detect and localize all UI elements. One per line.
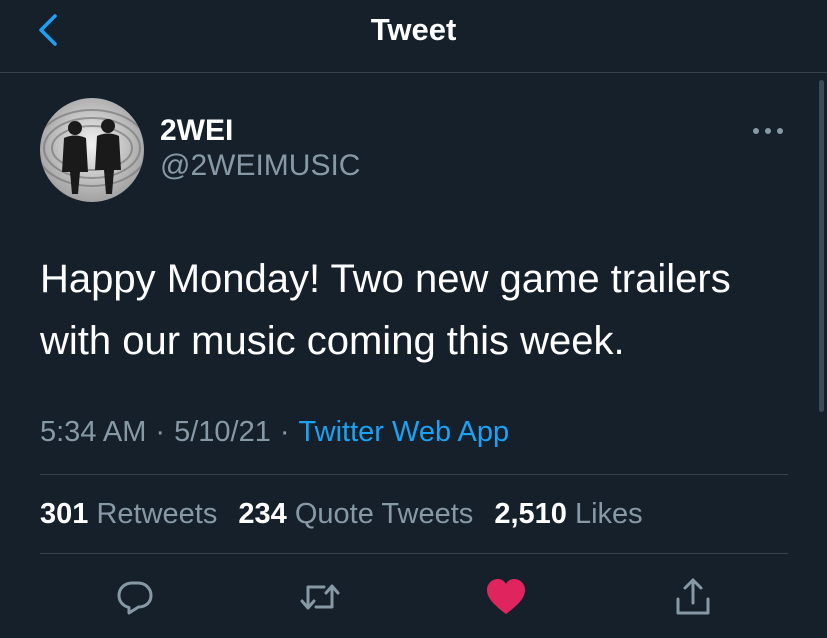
tweet-stats: 301 Retweets 234 Quote Tweets 2,510 Like…: [40, 494, 656, 534]
likes-label: Likes: [574, 498, 643, 530]
retweets-stat[interactable]: 301 Retweets: [40, 498, 217, 530]
more-icon: [753, 128, 783, 134]
page-title: Tweet: [370, 12, 457, 47]
author-handle[interactable]: @2WEIMUSIC: [160, 148, 360, 184]
reply-button[interactable]: [110, 572, 160, 622]
quotes-count: 234: [238, 498, 287, 530]
more-options-button[interactable]: [748, 116, 788, 146]
heart-icon: [487, 579, 525, 614]
likes-stat[interactable]: 2,510 Likes: [494, 498, 642, 530]
scrollbar[interactable]: [819, 80, 824, 412]
separator: ·: [155, 416, 166, 448]
share-icon: [676, 578, 710, 615]
tweet-date[interactable]: 5/10/21: [174, 416, 271, 448]
divider: [40, 474, 788, 475]
share-button[interactable]: [668, 572, 718, 622]
author-name[interactable]: 2WEI: [160, 113, 233, 149]
tweet-actions: [40, 572, 788, 622]
tweet-source-link[interactable]: Twitter Web App: [299, 416, 510, 448]
retweet-button[interactable]: [295, 572, 345, 622]
tweet-meta: 5:34 AM · 5/10/21 · Twitter Web App: [40, 412, 509, 452]
tweet-text: Happy Monday! Two new game trailers with…: [40, 257, 731, 363]
retweets-label: Retweets: [96, 498, 218, 530]
likes-count: 2,510: [494, 498, 567, 530]
like-button[interactable]: [481, 572, 531, 622]
top-bar: Tweet: [0, 0, 827, 73]
quotes-label: Quote Tweets: [294, 498, 474, 530]
avatar[interactable]: [40, 98, 144, 202]
divider: [40, 553, 788, 554]
quote-tweets-stat[interactable]: 234 Quote Tweets: [238, 498, 473, 530]
reply-icon: [117, 581, 153, 615]
separator: ·: [279, 416, 290, 448]
tweet-time[interactable]: 5:34 AM: [40, 416, 146, 448]
retweet-icon: [300, 584, 340, 610]
retweets-count: 301: [40, 498, 89, 530]
